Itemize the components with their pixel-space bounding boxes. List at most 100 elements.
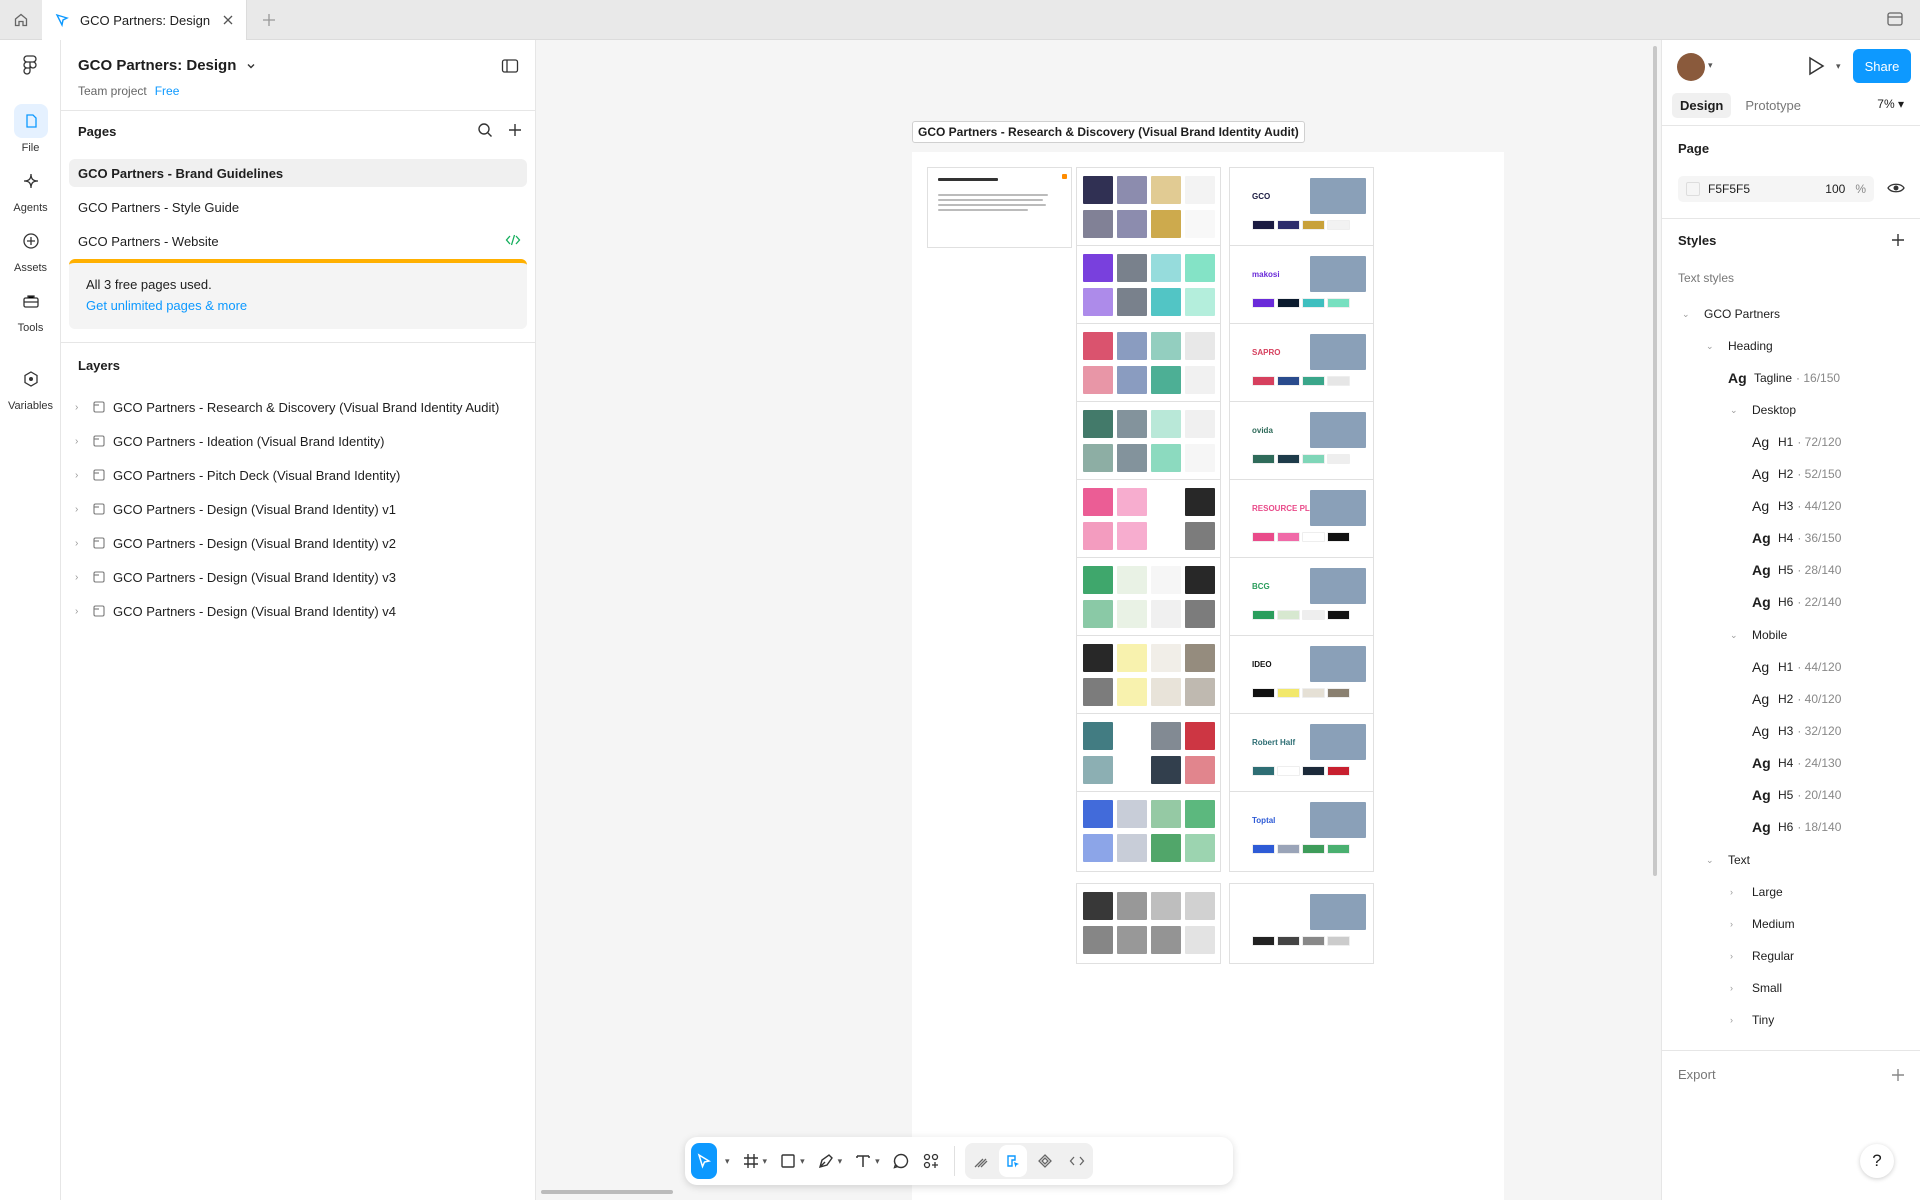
text-style-h5[interactable]: Ag H5 · 28/140 [1752,560,1841,580]
board-thumbnail[interactable]: BCG [1229,557,1374,638]
component-mode-button[interactable] [1031,1145,1059,1177]
chevron-down-icon[interactable]: ▾ [1708,60,1713,71]
layer-row[interactable]: › GCO Partners - Design (Visual Brand Id… [75,495,525,523]
text-style-h1[interactable]: Ag H1 · 72/120 [1752,432,1841,452]
board-thumbnail[interactable] [1076,883,1221,964]
board-thumbnail[interactable] [1229,883,1374,964]
board-thumbnail[interactable] [1076,245,1221,326]
plan-badge[interactable]: Free [155,84,180,98]
comment-tool-button[interactable] [888,1143,914,1179]
chevron-down-icon[interactable]: ▾ [800,1156,805,1167]
board-thumbnail[interactable]: IDEO [1229,635,1374,716]
text-style-h6[interactable]: Ag H6 · 22/140 [1752,592,1841,612]
new-tab-button[interactable] [258,9,280,31]
page-item-website[interactable]: GCO Partners - Website [69,227,527,255]
home-tab[interactable] [0,0,42,40]
figma-logo-icon[interactable] [20,54,40,76]
layer-row[interactable]: › GCO Partners - Design (Visual Brand Id… [75,597,525,625]
chevron-right-icon[interactable]: › [75,504,85,515]
chevron-down-icon[interactable]: ▾ [1836,61,1841,72]
style-group-medium[interactable]: › Medium [1730,914,1795,934]
text-style-h2[interactable]: Ag H2 · 52/150 [1752,464,1841,484]
text-style-h4[interactable]: Ag H4 · 24/130 [1752,753,1841,773]
color-swatch[interactable] [1686,182,1700,196]
text-style-h4[interactable]: Ag H4 · 36/150 [1752,528,1841,548]
style-group-mobile[interactable]: ⌄ Mobile [1730,625,1787,645]
style-group-heading[interactable]: ⌄ Heading [1706,336,1773,356]
page-item-brand-guidelines[interactable]: GCO Partners - Brand Guidelines [69,159,527,187]
board-thumbnail[interactable] [1076,167,1221,248]
move-tool-button[interactable] [691,1143,717,1179]
rail-assets[interactable]: Assets [0,224,61,274]
style-group-tiny[interactable]: › Tiny [1730,1010,1774,1030]
move-tool-menu[interactable]: ▾ [721,1143,734,1179]
layer-row[interactable]: › GCO Partners - Research & Discovery (V… [75,393,525,421]
board-thumbnail[interactable] [1076,479,1221,560]
text-style-h6[interactable]: Ag H6 · 18/140 [1752,817,1841,837]
document-tab[interactable]: GCO Partners: Design [42,0,247,40]
board-thumbnail[interactable] [1076,323,1221,404]
avatar[interactable] [1677,53,1705,81]
style-group-text[interactable]: ⌄ Text [1706,850,1750,870]
sidebar-toggle-button[interactable] [1886,10,1906,30]
shape-tool-button[interactable]: ▾ [775,1143,809,1179]
search-icon[interactable] [477,122,493,138]
layer-row[interactable]: › GCO Partners - Design (Visual Brand Id… [75,529,525,557]
frame-tool-button[interactable]: ▾ [738,1143,772,1179]
add-style-icon[interactable] [1890,232,1906,248]
text-style-h5[interactable]: Ag H5 · 20/140 [1752,785,1841,805]
chevron-right-icon[interactable]: › [75,436,85,447]
chevron-right-icon[interactable]: › [75,402,85,413]
board-thumbnail[interactable]: RESOURCE PLUS [1229,479,1374,560]
chevron-down-icon[interactable]: ▾ [763,1156,768,1167]
actions-button[interactable] [918,1143,944,1179]
board-thumbnail[interactable]: ovida [1229,401,1374,482]
rail-variables[interactable]: Variables [0,362,61,412]
add-page-icon[interactable] [507,122,523,138]
panel-layout-button[interactable] [501,58,519,74]
eye-icon[interactable] [1887,181,1905,195]
rail-tools[interactable]: Tools [0,284,61,334]
board-thumbnail[interactable] [1076,713,1221,794]
layer-row[interactable]: › GCO Partners - Design (Visual Brand Id… [75,563,525,591]
zoom-dropdown[interactable]: 7% ▾ [1877,97,1904,111]
board-thumbnail[interactable] [1076,635,1221,716]
close-icon[interactable] [222,14,234,26]
board-thumbnail[interactable]: GCO [1229,167,1374,248]
style-group-large[interactable]: › Large [1730,882,1783,902]
text-tool-button[interactable]: ▾ [850,1143,884,1179]
text-style-h3[interactable]: Ag H3 · 44/120 [1752,496,1841,516]
chevron-down-icon[interactable]: ▾ [875,1156,880,1167]
chevron-down-icon[interactable]: ▾ [838,1156,843,1167]
page-opacity[interactable]: 100 [1825,182,1845,196]
tab-design[interactable]: Design [1672,93,1732,118]
upgrade-link[interactable]: Get unlimited pages & more [86,298,510,313]
text-style-tagline[interactable]: Ag Tagline · 16/150 [1728,368,1840,388]
board-thumbnail[interactable] [1076,557,1221,638]
present-button[interactable] [1807,56,1825,76]
chevron-right-icon[interactable]: › [75,572,85,583]
design-mode-button[interactable] [998,1145,1027,1177]
audit-frame[interactable]: GCO makosi SAPRO ovida RESOURCE PLUS BCG IDEO R… [912,152,1504,1200]
pen-tool-button[interactable]: ▾ [813,1143,847,1179]
layer-row[interactable]: › GCO Partners - Ideation (Visual Brand … [75,427,525,455]
board-thumbnail[interactable] [1076,791,1221,872]
text-style-h1[interactable]: Ag H1 · 44/120 [1752,657,1841,677]
text-style-h3[interactable]: Ag H3 · 32/120 [1752,721,1841,741]
board-thumbnail[interactable] [1076,401,1221,482]
file-title[interactable]: GCO Partners: Design [78,57,256,74]
chevron-right-icon[interactable]: › [75,606,85,617]
add-export-icon[interactable] [1890,1067,1906,1083]
dev-mode-button[interactable] [1063,1145,1091,1177]
page-item-style-guide[interactable]: GCO Partners - Style Guide [69,193,527,221]
style-group-regular[interactable]: › Regular [1730,946,1794,966]
style-group-desktop[interactable]: ⌄ Desktop [1730,400,1796,420]
tab-prototype[interactable]: Prototype [1737,93,1809,118]
vertical-scrollbar[interactable] [1653,46,1657,876]
text-style-h2[interactable]: Ag H2 · 40/120 [1752,689,1841,709]
style-group-gco[interactable]: ⌄ GCO Partners [1682,304,1780,324]
design-canvas[interactable]: GCO Partners - Research & Discovery (Vis… [537,40,1661,1200]
rail-agents[interactable]: Agents [0,164,61,214]
layer-row[interactable]: › GCO Partners - Pitch Deck (Visual Bran… [75,461,525,489]
board-thumbnail[interactable]: makosi [1229,245,1374,326]
